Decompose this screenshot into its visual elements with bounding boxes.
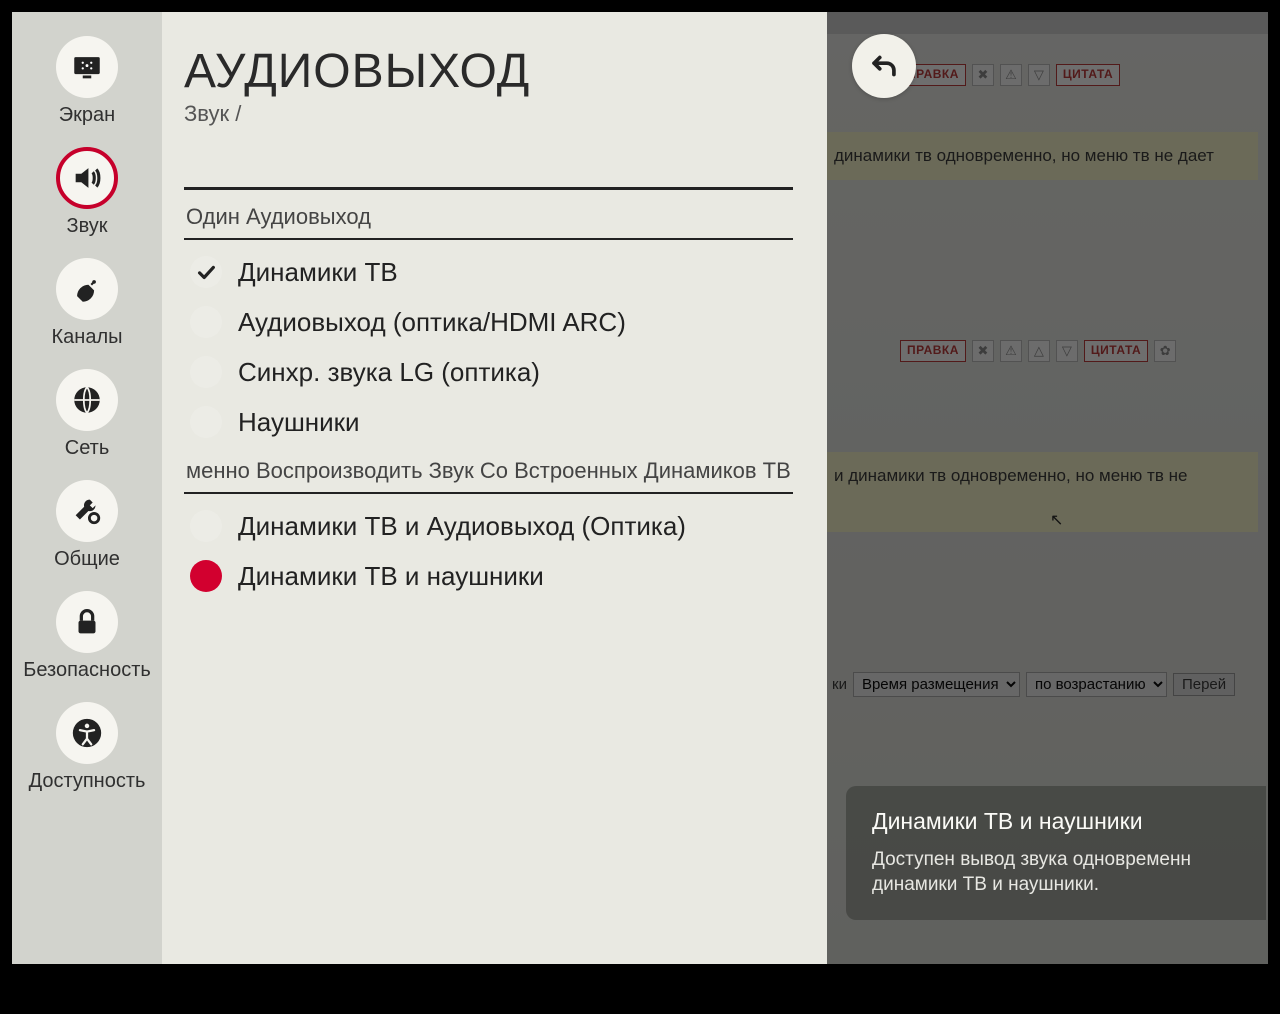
settings-sidebar: Экран Звук Каналы Сеть [12, 12, 162, 964]
sidebar-item-label: Сеть [65, 437, 109, 460]
radio-icon [190, 406, 222, 438]
option-label: Динамики ТВ [238, 257, 398, 288]
option-label: Аудиовыход (оптика/HDMI ARC) [238, 307, 626, 338]
tooltip-body: Доступен вывод звука одновременн динамик… [872, 847, 1244, 898]
option-label: Динамики ТВ и Аудиовыход (Оптика) [238, 511, 686, 542]
option-label: Динамики ТВ и наушники [238, 561, 544, 592]
sidebar-item-network[interactable]: Сеть [12, 363, 162, 470]
accessibility-icon [56, 702, 118, 764]
sidebar-item-label: Экран [59, 104, 115, 127]
sidebar-item-accessibility[interactable]: Доступность [12, 696, 162, 803]
tooltip-title: Динамики ТВ и наушники [872, 808, 1244, 835]
option-label: Синхр. звука LG (оптика) [238, 357, 540, 388]
sidebar-item-screen[interactable]: Экран [12, 30, 162, 137]
option-tv-and-optical[interactable]: Динамики ТВ и Аудиовыход (Оптика) [184, 510, 793, 542]
back-button[interactable] [852, 34, 916, 98]
sidebar-item-general[interactable]: Общие [12, 474, 162, 581]
settings-overlay: Экран Звук Каналы Сеть [12, 12, 827, 964]
screen-icon [56, 36, 118, 98]
page-title: АУДИОВЫХОД [184, 44, 793, 99]
option-group-simultaneous: Динамики ТВ и Аудиовыход (Оптика) Динами… [184, 510, 793, 592]
back-arrow-icon [867, 49, 901, 83]
option-headphones[interactable]: Наушники [184, 406, 793, 438]
radio-highlighted-icon [190, 560, 222, 592]
group-label-simultaneous: менно Воспроизводить Звук Со Встроенных … [184, 458, 793, 494]
sidebar-item-label: Общие [54, 548, 120, 571]
sidebar-item-security[interactable]: Безопасность [12, 585, 162, 692]
radio-icon [190, 306, 222, 338]
satellite-icon [56, 258, 118, 320]
help-tooltip: Динамики ТВ и наушники Доступен вывод зв… [846, 786, 1266, 920]
sound-icon [56, 147, 118, 209]
radio-icon [190, 356, 222, 388]
option-group-single: Динамики ТВ Аудиовыход (оптика/HDMI ARC)… [184, 256, 793, 438]
group-label-single: Один Аудиовыход [184, 204, 793, 240]
sidebar-item-sound[interactable]: Звук [12, 141, 162, 248]
radio-checked-icon [190, 256, 222, 288]
sidebar-item-label: Доступность [29, 770, 146, 793]
sidebar-item-label: Звук [66, 215, 107, 238]
option-optical-hdmi[interactable]: Аудиовыход (оптика/HDMI ARC) [184, 306, 793, 338]
option-tv-speakers[interactable]: Динамики ТВ [184, 256, 793, 288]
option-lg-sync[interactable]: Синхр. звука LG (оптика) [184, 356, 793, 388]
radio-icon [190, 510, 222, 542]
option-tv-and-headphones[interactable]: Динамики ТВ и наушники [184, 560, 793, 592]
breadcrumb: Звук / [184, 101, 793, 127]
option-label: Наушники [238, 407, 360, 438]
settings-panel: АУДИОВЫХОД Звук / Один Аудиовыход Динами… [162, 12, 827, 964]
globe-icon [56, 369, 118, 431]
wrench-gear-icon [56, 480, 118, 542]
sidebar-item-label: Безопасность [23, 659, 151, 682]
sidebar-item-channels[interactable]: Каналы [12, 252, 162, 359]
sidebar-item-label: Каналы [52, 326, 123, 349]
lock-icon [56, 591, 118, 653]
divider [184, 187, 793, 190]
